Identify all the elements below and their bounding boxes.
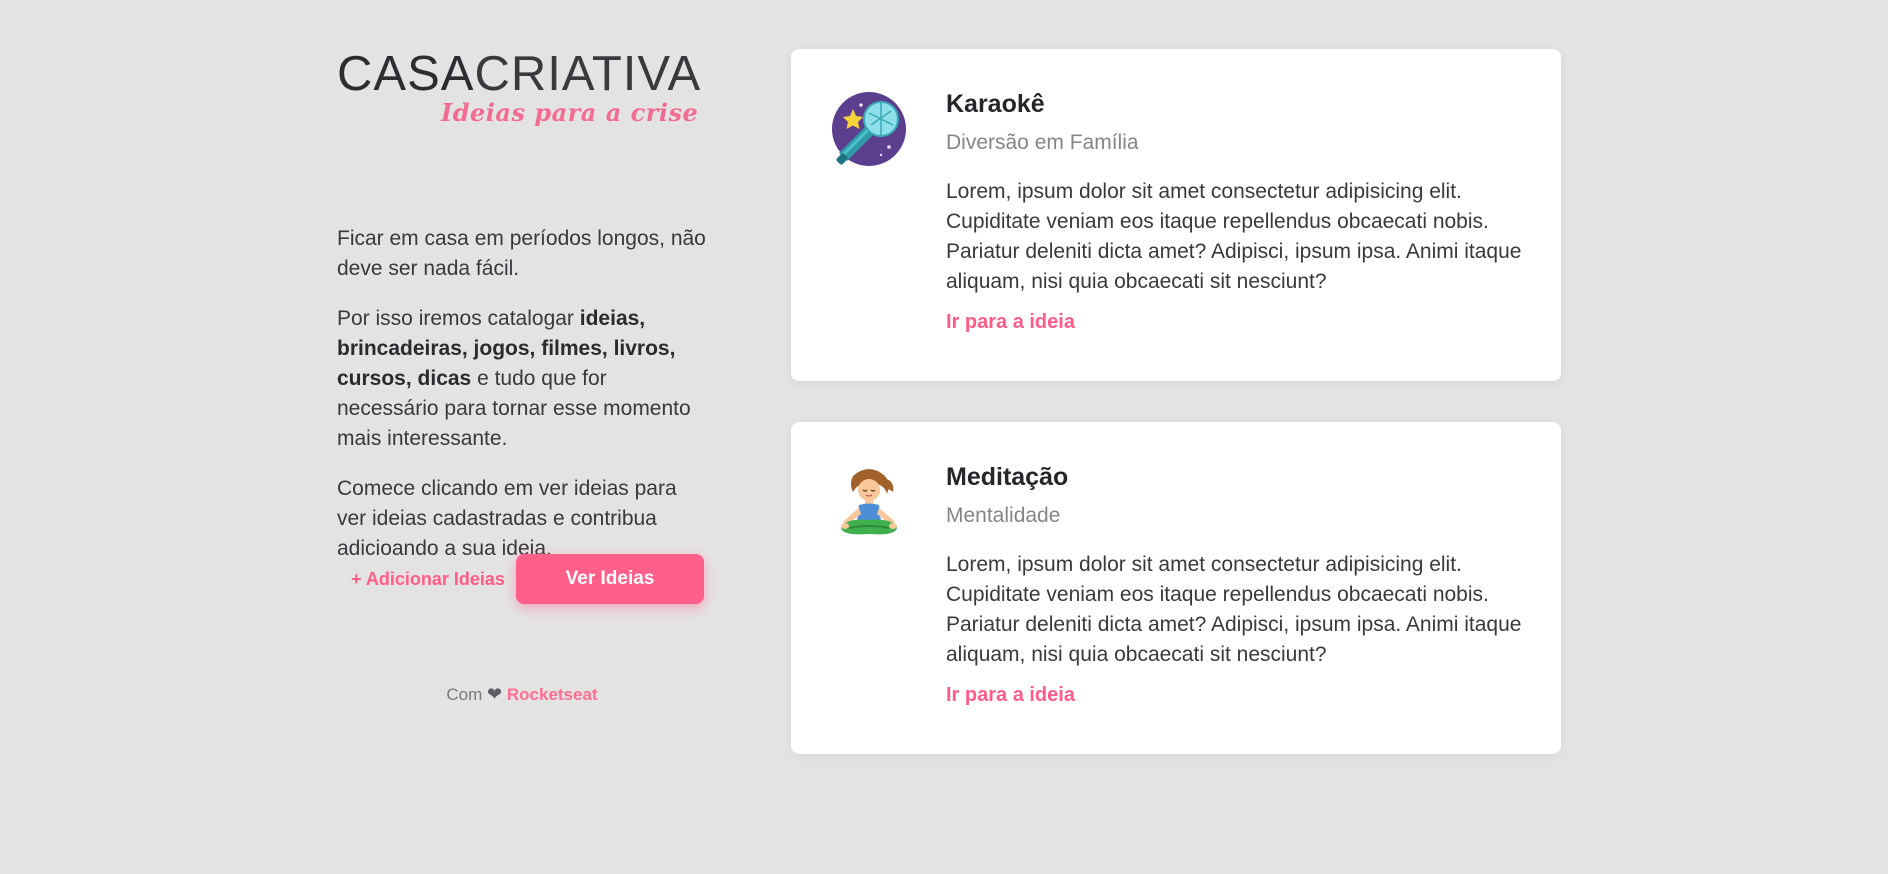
idea-category: Diversão em Família: [946, 131, 1139, 154]
idea-card-body: Karaokê Diversão em Família Lorem, ipsum…: [946, 89, 1531, 334]
footer: Com ❤ Rocketseat: [337, 684, 707, 705]
actions: + Adicionar Ideias Ver Ideias: [337, 554, 707, 604]
logo-casa: CASA: [337, 47, 475, 101]
idea-category: Mentalidade: [946, 504, 1061, 527]
idea-card: Meditação Mentalidade Lorem, ipsum dolor…: [791, 422, 1561, 754]
intro-paragraph-1: Ficar em casa em períodos longos, não de…: [337, 227, 706, 280]
logo-criativa: CRIATIVA: [474, 47, 702, 101]
sidebar: CASACRIATIVA Ideias para a crise Ficar e…: [337, 50, 707, 705]
idea-description: Lorem, ipsum dolor sit amet consectetur …: [946, 553, 1522, 666]
idea-card: Karaokê Diversão em Família Lorem, ipsum…: [791, 49, 1561, 381]
go-to-idea-link[interactable]: Ir para a ideia: [946, 311, 1075, 334]
footer-prefix: Com: [446, 685, 483, 704]
intro-text: Ficar em casa em períodos longos, não de…: [337, 224, 707, 564]
meditation-icon: [829, 462, 909, 542]
idea-description: Lorem, ipsum dolor sit amet consectetur …: [946, 180, 1522, 293]
heart-icon: ❤: [487, 684, 503, 704]
intro-paragraph-3: Comece clicando em ver ideias para ver i…: [337, 477, 677, 560]
page: CASACRIATIVA Ideias para a crise Ficar e…: [0, 0, 1888, 874]
microphone-icon: [829, 89, 909, 169]
idea-title: Karaokê: [946, 90, 1045, 118]
logo-wordmark: CASACRIATIVA: [337, 50, 701, 99]
intro-paragraph-2: Por isso iremos catalogar ideias, brinca…: [337, 304, 707, 454]
add-ideas-link[interactable]: + Adicionar Ideias: [351, 569, 505, 590]
intro-p2-start: Por isso iremos catalogar: [337, 307, 580, 330]
view-ideas-button[interactable]: Ver Ideias: [516, 554, 704, 604]
idea-title: Meditação: [946, 463, 1069, 491]
footer-brand-link[interactable]: Rocketseat: [507, 685, 598, 704]
logo: CASACRIATIVA Ideias para a crise: [337, 50, 707, 130]
idea-card-body: Meditação Mentalidade Lorem, ipsum dolor…: [946, 462, 1531, 707]
go-to-idea-link[interactable]: Ir para a ideia: [946, 684, 1075, 707]
logo-tagline: Ideias para a crise: [441, 98, 699, 127]
